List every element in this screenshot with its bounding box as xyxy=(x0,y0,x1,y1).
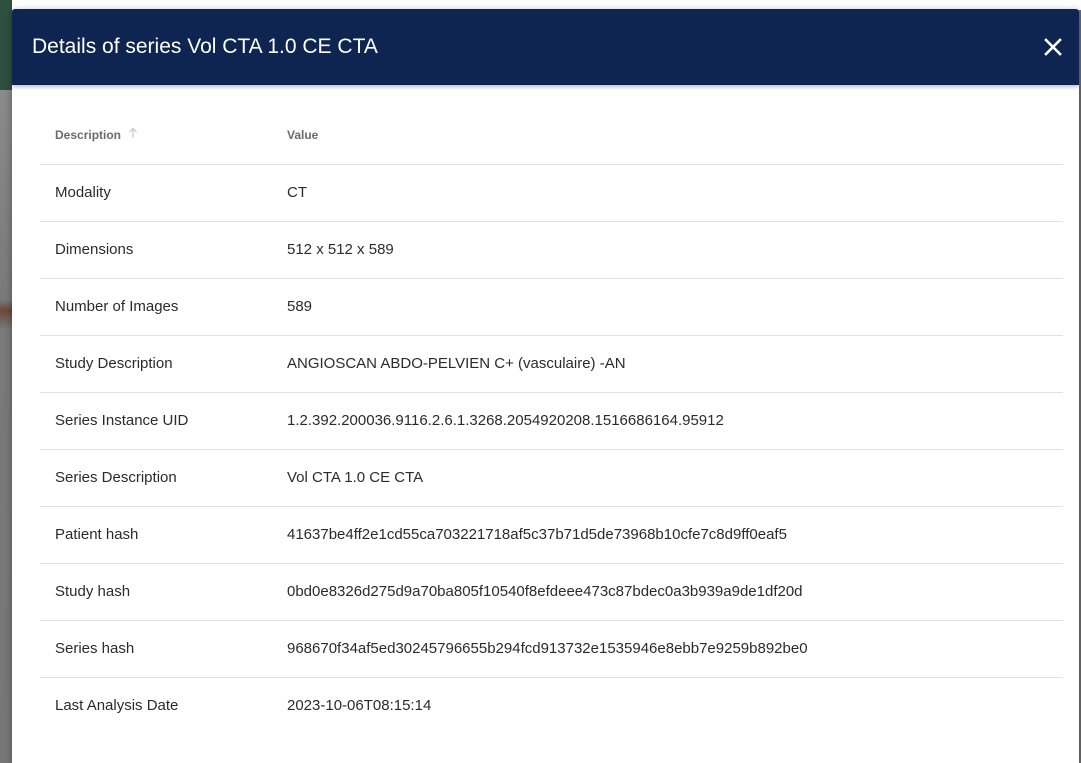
row-description: Study hash xyxy=(55,583,131,600)
table-row: Study hash 0bd0e8326d275d9a70ba805f10540… xyxy=(40,563,1063,620)
row-description: Study Description xyxy=(55,355,173,372)
table-header-row: Description Value xyxy=(40,106,1063,164)
row-value: CT xyxy=(287,184,307,201)
background-sidebar xyxy=(0,0,12,763)
table-row: Series hash 968670f34af5ed30245796655b29… xyxy=(40,620,1063,677)
table-row: Patient hash 41637be4ff2e1cd55ca70322171… xyxy=(40,506,1063,563)
row-description: Number of Images xyxy=(55,298,179,315)
table-row: Last Analysis Date 2023-10-06T08:15:14 xyxy=(40,677,1063,734)
row-value: 41637be4ff2e1cd55ca703221718af5c37b71d5d… xyxy=(287,526,787,543)
row-description: Series hash xyxy=(55,640,135,657)
arrow-up-icon[interactable] xyxy=(128,127,138,142)
table-row: Number of Images 589 xyxy=(40,278,1063,335)
row-description: Patient hash xyxy=(55,526,139,543)
dialog-title: Details of series Vol CTA 1.0 CE CTA xyxy=(32,35,378,58)
series-details-dialog: Details of series Vol CTA 1.0 CE CTA Des… xyxy=(12,9,1079,763)
row-description: Series Instance UID xyxy=(55,412,189,429)
close-icon[interactable] xyxy=(1043,37,1063,57)
table-row: Modality CT xyxy=(40,164,1063,221)
dialog-header: Details of series Vol CTA 1.0 CE CTA xyxy=(12,9,1079,85)
row-value: 0bd0e8326d275d9a70ba805f10540f8efdeee473… xyxy=(287,583,803,600)
column-header-value-label: Value xyxy=(287,127,319,142)
table-row: Dimensions 512 x 512 x 589 xyxy=(40,221,1063,278)
row-value: 589 xyxy=(287,298,313,315)
row-description: Last Analysis Date xyxy=(55,697,179,715)
row-value: 968670f34af5ed30245796655b294fcd913732e1… xyxy=(287,640,808,657)
table-row: Series Description Vol CTA 1.0 CE CTA xyxy=(40,449,1063,506)
column-header-value[interactable]: Value xyxy=(272,106,1063,164)
column-header-description[interactable]: Description xyxy=(40,106,272,164)
table-body: Modality CT Dimensions 512 x 512 x 589 N… xyxy=(40,164,1063,734)
table-row: Study Description ANGIOSCAN ABDO-PELVIEN… xyxy=(40,335,1063,392)
row-value: 2023-10-06T08:15:14 xyxy=(287,697,432,715)
row-value: ANGIOSCAN ABDO-PELVIEN C+ (vasculaire) -… xyxy=(287,355,626,372)
row-description: Series Description xyxy=(55,469,177,486)
table-row: Series Instance UID 1.2.392.200036.9116.… xyxy=(40,392,1063,449)
column-header-description-label: Description xyxy=(55,127,122,142)
row-description: Dimensions xyxy=(55,241,134,258)
row-value: 1.2.392.200036.9116.2.6.1.3268.205492020… xyxy=(287,412,724,429)
row-value: Vol CTA 1.0 CE CTA xyxy=(287,469,424,486)
series-details-table: Description Value Modality CT Dimensions… xyxy=(40,106,1063,734)
row-value: 512 x 512 x 589 xyxy=(287,241,394,258)
row-description: Modality xyxy=(55,184,111,201)
close-button[interactable] xyxy=(1037,31,1069,63)
